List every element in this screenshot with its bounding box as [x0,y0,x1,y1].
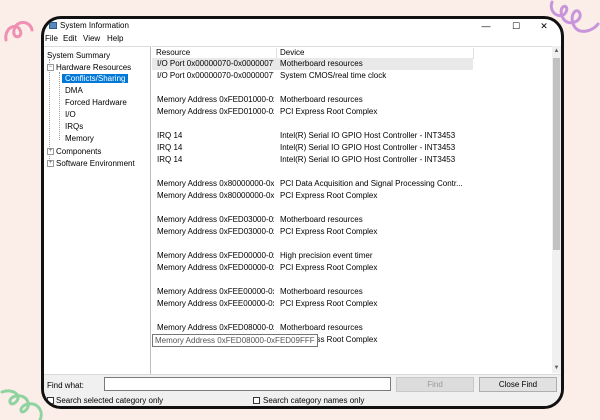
table-row[interactable]: I/O Port 0x00000070-0x00000077 System CMO… [152,70,473,82]
pink-swirl-decoration [4,21,34,42]
close-find-button[interactable]: Close Find [479,377,557,392]
table-row[interactable]: Memory Address 0xFED03000-0xFED03FFF PCI … [152,226,473,238]
resource-cell: Memory Address 0xFED01000-0xFED01FFF [157,95,274,104]
resource-cell: IRQ 14 [157,155,183,164]
tree-components[interactable]: Components [56,147,101,156]
minimize-button[interactable]: — [472,19,500,33]
device-cell: PCI Express Root Complex [280,107,378,116]
column-divider[interactable] [473,48,474,59]
tree-hardware-resources[interactable]: Hardware Resources [56,63,131,72]
menu-help[interactable]: Help [107,34,123,43]
menu-bar: File Edit View Help [44,33,561,45]
system-information-window: System Information — ☐ ✕ File Edit View … [41,16,564,409]
scroll-up-arrow-icon[interactable]: ▲ [552,46,561,56]
device-cell: System CMOS/real time clock [280,71,387,80]
resource-cell: Memory Address 0x80000000-0x8FFFFFFF [157,191,274,200]
resource-cell: Memory Address 0xFEE00000-0xFEEFFFFF [157,287,274,296]
tree-io[interactable]: I/O [65,110,76,119]
table-row[interactable]: Memory Address 0xFEE00000-0xFEEFFFFF PCI … [152,298,473,310]
close-window-button[interactable]: ✕ [530,19,558,33]
search-selected-category-checkbox[interactable] [47,397,54,404]
device-cell: Motherboard resources [280,95,363,104]
tree-conflicts-sharing[interactable]: Conflicts/Sharing [62,74,129,83]
system-info-app-icon [49,22,57,29]
table-row[interactable]: Memory Address 0x80000000-0x8FFFFFFF PCI … [152,178,473,190]
tree-dma[interactable]: DMA [65,86,83,95]
resource-cell: Memory Address 0xFED00000-0xFED003FF [157,263,274,272]
device-cell: PCI Express Root Complex [280,299,378,308]
table-row[interactable]: Memory Address 0xFED08000-0xFED09FFF Moth… [152,322,473,334]
device-cell: PCI Express Root Complex [280,227,378,236]
resource-list: Resource Device I/O Port 0x00000070-0x00… [152,46,552,374]
expand-software-environment-icon[interactable]: + [47,160,54,167]
find-what-input[interactable] [104,377,391,391]
collapse-hardware-icon[interactable]: − [47,64,54,71]
resource-cell: Memory Address 0xFED00000-0xFED003FF [157,251,274,260]
resource-cell: Memory Address 0xFED08000-0xFED09FFF [157,323,274,332]
vertical-scrollbar[interactable]: ▲ ▼ [552,46,561,373]
table-row[interactable]: Memory Address 0x80000000-0x8FFFFFFF PCI … [152,190,473,202]
device-cell: Motherboard resources [280,59,363,68]
find-bar: Find what: Find Close Find Search select… [44,374,561,406]
tree-memory[interactable]: Memory [65,134,94,143]
maximize-button[interactable]: ☐ [502,19,530,33]
resource-cell: I/O Port 0x00000070-0x00000077 [157,59,274,68]
resource-cell: IRQ 14 [157,131,183,140]
table-row[interactable]: IRQ 14 Intel(R) Serial IO GPIO Host Contr… [152,130,473,142]
category-tree: System Summary − Hardware Resources Conf… [44,46,151,374]
window-title: System Information [60,21,129,30]
table-row[interactable]: Memory Address 0xFED00000-0xFED003FF High… [152,250,473,262]
scroll-down-arrow-icon[interactable]: ▼ [552,363,561,373]
menu-view[interactable]: View [83,34,100,43]
tree-line [59,72,60,140]
resource-cell: I/O Port 0x00000070-0x00000077 [157,71,274,80]
table-row[interactable]: Memory Address 0xFED01000-0xFED01FFF PCI … [152,106,473,118]
tree-irqs[interactable]: IRQs [65,122,83,131]
tree-software-environment[interactable]: Software Environment [56,159,135,168]
device-cell: PCI Express Root Complex [280,263,378,272]
scrollbar-thumb[interactable] [553,58,560,250]
device-cell: Intel(R) Serial IO GPIO Host Controller … [280,155,456,164]
device-cell: Motherboard resources [280,215,363,224]
menu-file[interactable]: File [45,34,58,43]
table-row[interactable]: Memory Address 0xFED00000-0xFED003FF PCI … [152,262,473,274]
table-row[interactable]: Memory Address 0xFED01000-0xFED01FFF Moth… [152,94,473,106]
search-category-names-checkbox[interactable] [253,397,260,404]
device-cell: Intel(R) Serial IO GPIO Host Controller … [280,143,456,152]
resource-tooltip: Memory Address 0xFED08000-0xFED09FFF [152,334,318,347]
table-row[interactable]: IRQ 14 Intel(R) Serial IO GPIO Host Contr… [152,142,473,154]
resource-cell: Memory Address 0x80000000-0x8FFFFFFF [157,179,274,188]
device-cell: Intel(R) Serial IO GPIO Host Controller … [280,131,456,140]
find-button[interactable]: Find [396,377,474,392]
resource-cell: Memory Address 0xFED01000-0xFED01FFF [157,107,274,116]
resource-cell: Memory Address 0xFED03000-0xFED03FFF [157,227,274,236]
expand-components-icon[interactable]: + [47,148,54,155]
find-what-label: Find what: [47,381,84,390]
tree-forced-hardware[interactable]: Forced Hardware [65,98,127,107]
resource-cell: Memory Address 0xFED03000-0xFED03FFF [157,215,274,224]
table-row[interactable]: Memory Address 0xFEE00000-0xFEEFFFFF Moth… [152,286,473,298]
device-cell: PCI Express Root Complex [280,191,378,200]
title-bar: System Information — ☐ ✕ [44,19,561,33]
search-category-names-label: Search category names only [263,396,365,405]
table-row[interactable]: Memory Address 0xFED03000-0xFED03FFF Moth… [152,214,473,226]
device-cell: High precision event timer [280,251,373,260]
resource-cell: IRQ 14 [157,143,183,152]
device-cell: Motherboard resources [280,287,363,296]
menu-edit[interactable]: Edit [63,34,77,43]
table-row[interactable]: IRQ 14 Intel(R) Serial IO GPIO Host Contr… [152,154,473,166]
table-row[interactable]: I/O Port 0x00000070-0x00000077 Motherboar… [152,58,473,70]
resource-cell: Memory Address 0xFEE00000-0xFEEFFFFF [157,299,274,308]
device-cell: PCI Data Acquisition and Signal Processi… [280,179,463,188]
device-cell: Motherboard resources [280,323,363,332]
search-selected-category-label: Search selected category only [56,396,164,405]
tree-system-summary[interactable]: System Summary [47,51,110,60]
